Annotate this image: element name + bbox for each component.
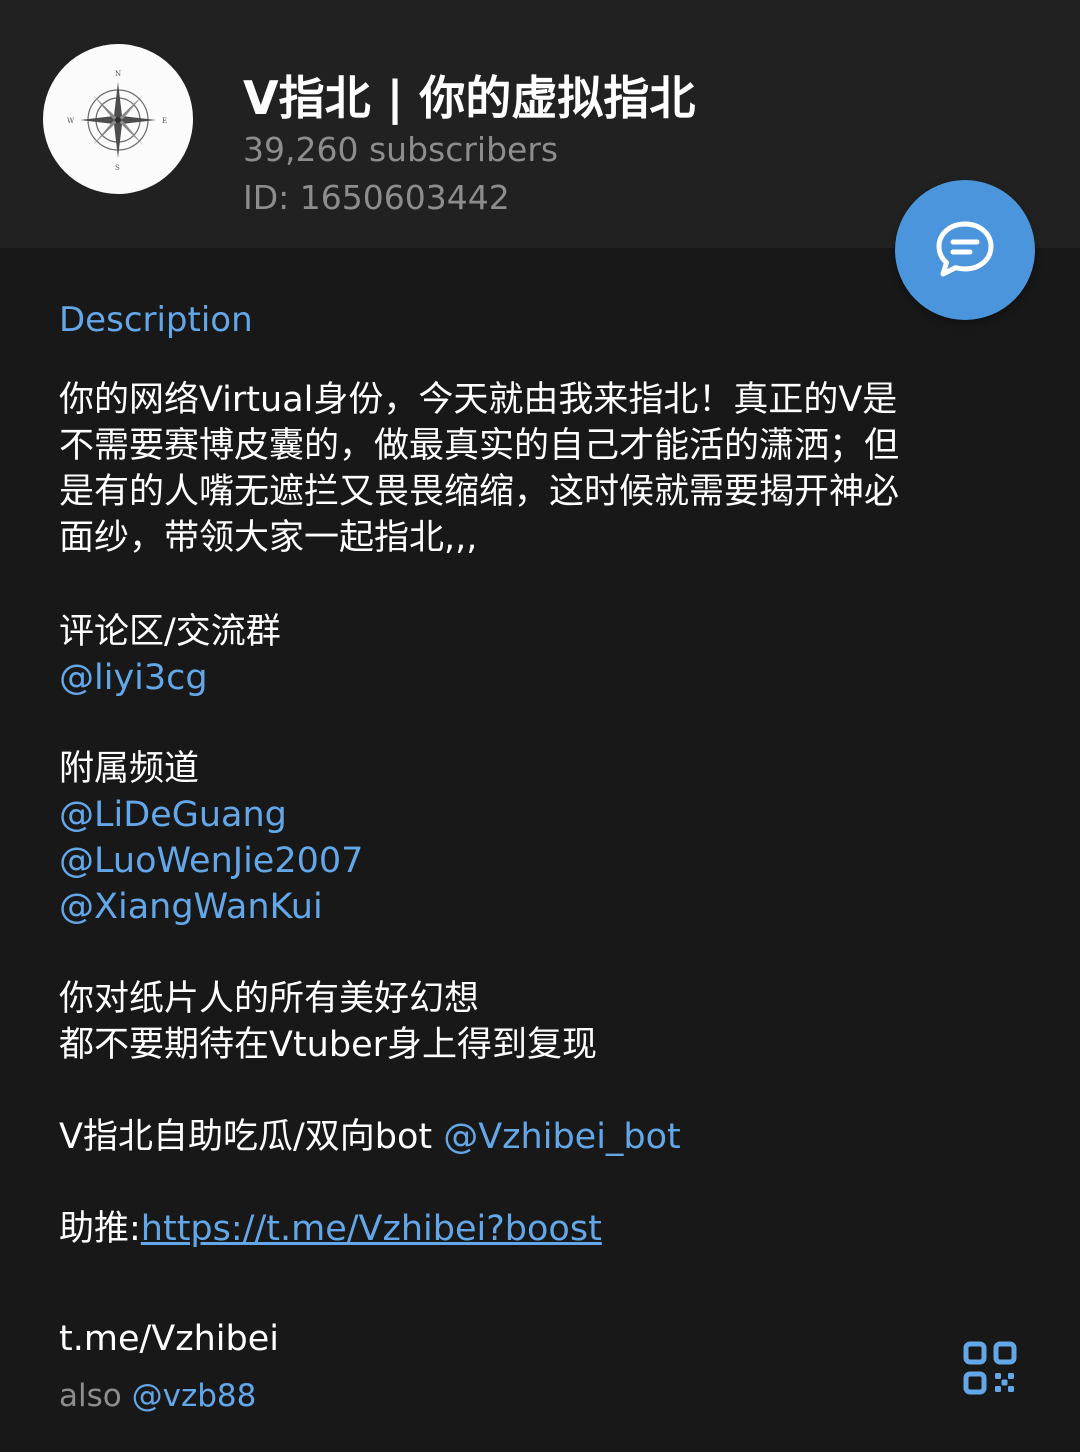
boost-label: 助推:	[59, 1209, 141, 1249]
description-label: Description	[59, 300, 253, 340]
boost-line: 助推:https://t.me/Vzhibei?boost	[59, 1206, 602, 1252]
open-chat-button[interactable]	[895, 180, 1035, 320]
closing-line: 都不要期待在Vtuber身上得到复现	[59, 1025, 597, 1065]
closing-line: 你对纸片人的所有美好幻想	[59, 979, 480, 1019]
description-line: 不需要赛博皮囊的，做最真实的自己才能活的潇洒；但	[59, 426, 900, 466]
also-prefix: also	[59, 1378, 132, 1414]
affiliate-channel-link[interactable]: @LiDeGuang	[59, 792, 287, 838]
bot-description: V指北自助吃瓜/双向bot	[59, 1117, 444, 1157]
also-handle-link[interactable]: @vzb88	[132, 1378, 257, 1414]
comments-heading: 评论区/交流群	[59, 612, 281, 652]
qr-code-icon	[963, 1341, 1017, 1395]
channel-avatar[interactable]: N S E W	[43, 44, 193, 194]
comments-group-link[interactable]: @liyi3cg	[59, 655, 208, 701]
svg-text:E: E	[162, 117, 167, 125]
bot-line: V指北自助吃瓜/双向bot @Vzhibei_bot	[59, 1114, 681, 1160]
bot-link[interactable]: @Vzhibei_bot	[443, 1117, 681, 1157]
compass-rose-icon: N S E W	[67, 70, 167, 172]
affiliates-heading: 附属频道	[59, 749, 200, 789]
description-line: 你的网络Virtual身份，今天就由我来指北！真正的V是	[59, 380, 898, 420]
chat-bubble-icon	[936, 221, 994, 277]
channel-title: V指北 | 你的虚拟指北	[243, 71, 696, 125]
subscriber-count: 39,260 subscribers	[243, 130, 559, 169]
svg-text:N: N	[115, 70, 121, 78]
affiliate-channel-link[interactable]: @XiangWanKui	[59, 884, 323, 930]
channel-id: ID: 1650603442	[243, 178, 510, 217]
svg-text:W: W	[67, 117, 75, 125]
qr-code-button[interactable]	[962, 1340, 1018, 1396]
affiliate-channel-link[interactable]: @LuoWenJie2007	[59, 838, 363, 884]
channel-link[interactable]: t.me/Vzhibei	[59, 1316, 279, 1362]
boost-url-link[interactable]: https://t.me/Vzhibei?boost	[141, 1209, 602, 1249]
also-username: also @vzb88	[59, 1376, 256, 1416]
description-line: 是有的人嘴无遮拦又畏畏缩缩，这时候就需要揭开神必	[59, 472, 900, 512]
svg-text:S: S	[115, 164, 120, 172]
description-line: 面纱，带领大家一起指北,,,	[59, 518, 478, 558]
